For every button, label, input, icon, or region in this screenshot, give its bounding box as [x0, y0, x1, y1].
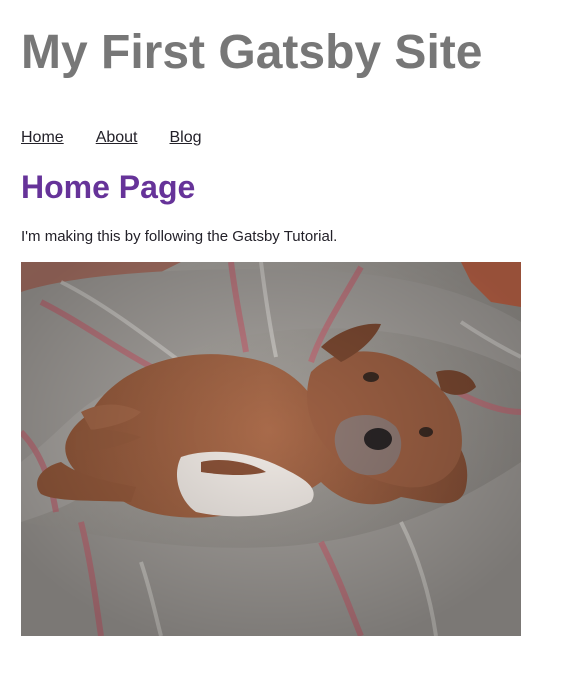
dog-photo [21, 262, 521, 636]
page-heading: Home Page [21, 169, 196, 205]
nav-link-blog[interactable]: Blog [170, 129, 202, 146]
nav-link-about[interactable]: About [96, 129, 138, 146]
nav-link-home[interactable]: Home [21, 129, 64, 146]
nav-item-home: Home [21, 128, 64, 148]
nav-item-blog: Blog [170, 128, 202, 148]
intro-text: I'm making this by following the Gatsby … [21, 228, 338, 245]
nav-item-about: About [96, 128, 138, 148]
site-title: My First Gatsby Site [21, 26, 483, 79]
nav-list: Home About Blog [21, 128, 202, 148]
